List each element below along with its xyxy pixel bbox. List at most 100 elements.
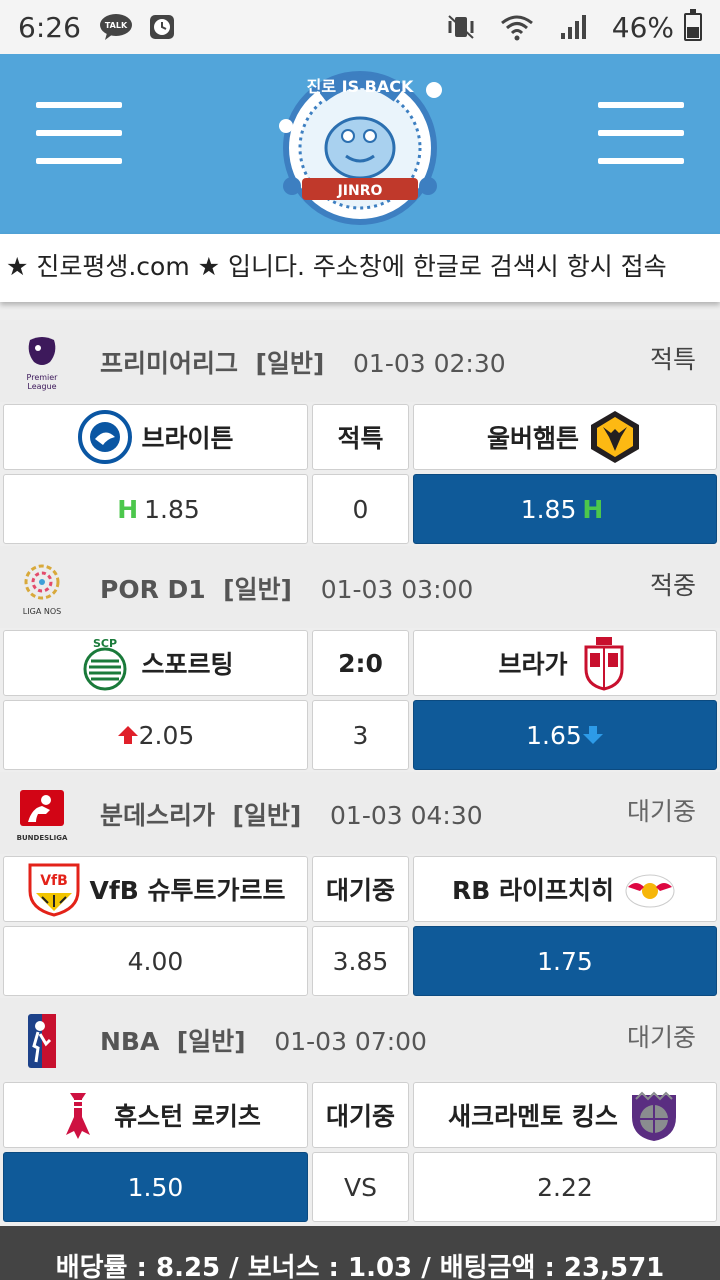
draw-odd-button[interactable]: 0 xyxy=(312,474,409,544)
menu-icon-bar xyxy=(598,130,684,136)
menu-icon-bar xyxy=(598,102,684,108)
home-team-name: VfB 슈투트가르트 xyxy=(89,876,286,905)
svg-text:League: League xyxy=(27,382,56,391)
away-team: 새크라멘토 킹스 xyxy=(413,1082,717,1148)
home-team: 브라이튼 xyxy=(3,404,308,470)
away-odd-button[interactable]: 1.75 xyxy=(413,926,717,996)
app-header: 진로 IS BACK JINRO xyxy=(0,54,720,234)
away-odd-button[interactable]: 1.65 xyxy=(413,700,717,770)
svg-text:BUNDESLIGA: BUNDESLIGA xyxy=(17,834,68,842)
menu-icon-bar xyxy=(36,102,122,108)
league-name: POR D1 [일반] 01-03 03:00 xyxy=(100,570,473,606)
league-header: Premier League 프리미어리그 [일반] 01-03 02:30 적… xyxy=(0,320,720,402)
svg-text:LIGA NOS: LIGA NOS xyxy=(23,607,61,616)
bet-summary-text: 배당률 : 8.25 / 보너스 : 1.03 / 배팅금액 : 23,571 xyxy=(55,1253,665,1280)
logo-top-text: 진로 IS BACK xyxy=(307,77,414,96)
signal-icon xyxy=(556,12,590,42)
notice-marquee: ★ 진로평생.com ★ 입니다. 주소창에 한글로 검색시 항시 접속 xyxy=(0,234,720,302)
houston-rockets-emblem xyxy=(66,1093,91,1139)
home-team-name: 브라이튼 xyxy=(141,424,234,453)
handicap-icon: H xyxy=(582,494,604,524)
svg-text:TALK: TALK xyxy=(105,21,128,30)
league-title: POR D1 xyxy=(100,575,206,604)
brighton-emblem xyxy=(78,410,133,464)
home-team-name: 휴스턴 로키츠 xyxy=(114,1102,261,1131)
league-title: 프리미어리그 xyxy=(100,349,239,378)
league-name: 분데스리가 [일반] 01-03 04:30 xyxy=(100,796,483,832)
status-time: 6:26 xyxy=(18,10,81,44)
draw-odd-button[interactable]: 3.85 xyxy=(312,926,409,996)
match-status: 적특 xyxy=(649,345,696,374)
match-card: NBA [일반] 01-03 07:00 대기중 휴스턴 로키츠 대기중 새크라… xyxy=(0,998,720,1224)
away-team: RB 라이프치히 xyxy=(413,856,717,922)
bundesliga-logo: BUNDESLIGA xyxy=(17,790,68,842)
draw-odd-button[interactable]: 3 xyxy=(312,700,409,770)
away-odd-button[interactable]: 2.22 xyxy=(413,1152,717,1222)
match-datetime: 01-03 04:30 xyxy=(330,801,483,830)
rb-leipzig-emblem xyxy=(625,874,675,908)
menu-icon-bar xyxy=(598,158,684,164)
match-card: Premier League 프리미어리그 [일반] 01-03 02:30 적… xyxy=(0,320,720,546)
handicap-icon: H xyxy=(117,494,139,524)
match-datetime: 01-03 02:30 xyxy=(353,349,506,378)
league-header: BUNDESLIGA 분데스리가 [일반] 01-03 04:30 대기중 xyxy=(0,772,720,854)
match-result: 대기중 xyxy=(312,856,409,922)
bet-summary-bar: 배당률 : 8.25 / 보너스 : 1.03 / 배팅금액 : 23,571 xyxy=(0,1226,720,1280)
home-team: SCP 스포르팅 xyxy=(3,630,308,696)
home-odd-button[interactable]: 2.05 xyxy=(3,700,308,770)
league-header: NBA [일반] 01-03 07:00 대기중 xyxy=(0,998,720,1080)
odds-up-arrow-icon xyxy=(117,726,138,744)
league-header: LIGA NOS POR D1 [일반] 01-03 03:00 적중 xyxy=(0,546,720,628)
home-team: VfB VfB 슈투트가르트 xyxy=(3,856,308,922)
match-status: 적중 xyxy=(649,571,696,600)
wolves-emblem xyxy=(591,411,639,463)
league-name: NBA [일반] 01-03 07:00 xyxy=(100,1022,427,1058)
home-odd-button[interactable]: 1.50 xyxy=(3,1152,308,1222)
battery-percent: 46% xyxy=(611,10,674,44)
match-status: 대기중 xyxy=(626,1023,696,1052)
match-result: 적특 xyxy=(312,404,409,470)
league-type: [일반] xyxy=(223,575,292,604)
away-odd-value: 1.85 xyxy=(520,494,577,524)
clock-icon xyxy=(145,12,179,42)
logo-bottom-text: JINRO xyxy=(337,183,383,199)
talk-icon: TALK xyxy=(99,12,133,42)
sacramento-kings-emblem xyxy=(631,1091,676,1141)
home-odd-value: 2.05 xyxy=(138,720,195,750)
wifi-icon xyxy=(500,12,534,42)
league-type: [일반] xyxy=(232,801,302,830)
league-type: [일반] xyxy=(255,349,325,378)
away-team-name: 브라가 xyxy=(498,650,568,679)
match-datetime: 01-03 07:00 xyxy=(274,1027,427,1056)
liga-nos-logo: LIGA NOS xyxy=(23,564,61,616)
premier-league-logo: Premier League xyxy=(27,337,59,391)
away-team: 브라가 xyxy=(413,630,717,696)
menu-icon-bar xyxy=(36,158,122,164)
sporting-emblem: SCP xyxy=(83,637,127,691)
match-result: 2:0 xyxy=(312,630,409,696)
home-team: 휴스턴 로키츠 xyxy=(3,1082,308,1148)
match-result: 대기중 xyxy=(312,1082,409,1148)
away-team-name: RB 라이프치히 xyxy=(451,876,614,905)
menu-icon-bar xyxy=(36,130,122,136)
match-card: BUNDESLIGA 분데스리가 [일반] 01-03 04:30 대기중 Vf… xyxy=(0,772,720,998)
league-type: [일반] xyxy=(176,1027,246,1056)
match-status: 대기중 xyxy=(626,797,696,826)
svg-text:Premier: Premier xyxy=(27,373,59,382)
jinro-logo[interactable]: 진로 IS BACK JINRO xyxy=(262,56,458,232)
status-bar: 6:26 TALK 46% xyxy=(0,0,720,54)
home-team-name: 스포르팅 xyxy=(141,650,234,679)
braga-emblem xyxy=(584,637,623,691)
home-odd-button[interactable]: 4.00 xyxy=(3,926,308,996)
away-odd-value: 1.65 xyxy=(526,720,582,750)
right-menu-button[interactable] xyxy=(598,102,684,182)
league-title: 분데스리가 xyxy=(100,801,216,830)
away-team-name: 새크라멘토 킹스 xyxy=(448,1102,618,1131)
draw-odd-button[interactable]: VS xyxy=(312,1152,409,1222)
vibrate-icon xyxy=(444,12,478,42)
away-odd-button[interactable]: 1.85 H xyxy=(413,474,717,544)
vfb-stuttgart-emblem: VfB xyxy=(28,863,79,917)
left-menu-button[interactable] xyxy=(36,102,122,182)
home-odd-button[interactable]: H 1.85 xyxy=(3,474,308,544)
match-datetime: 01-03 03:00 xyxy=(320,575,474,604)
